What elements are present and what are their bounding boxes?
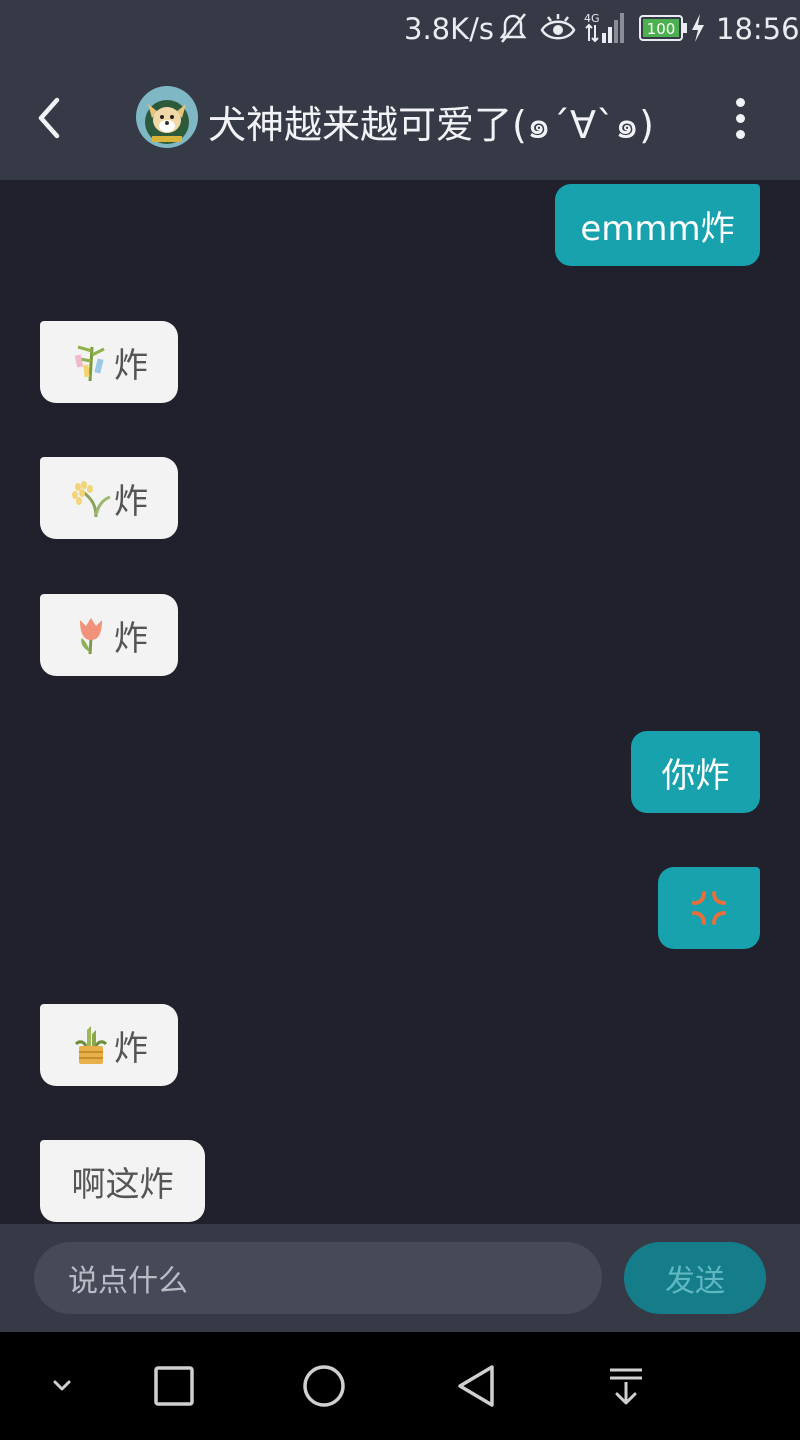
status-bar: 3.8K/s 4G 100 18:56 bbox=[0, 0, 800, 58]
avatar[interactable] bbox=[136, 86, 198, 148]
system-nav-bar bbox=[0, 1332, 800, 1440]
message-text: 炸 bbox=[114, 345, 148, 386]
send-button-label: 发送 bbox=[665, 1264, 725, 1299]
notification-pull-icon bbox=[610, 1368, 642, 1405]
kadomatsu-icon bbox=[74, 1026, 108, 1064]
tulip-icon bbox=[80, 618, 102, 655]
message-list[interactable]: emmm炸 炸 炸 炸 你炸 炸 啊这炸 bbox=[0, 180, 800, 1224]
message-bubble[interactable]: 炸 bbox=[40, 594, 178, 676]
more-vertical-icon bbox=[735, 97, 745, 107]
chevron-down-icon bbox=[53, 1380, 71, 1391]
back-triangle-icon bbox=[458, 1365, 494, 1407]
compose-bar: 说点什么 发送 bbox=[0, 1224, 800, 1332]
clock: 18:56 bbox=[716, 12, 800, 46]
recents-button[interactable] bbox=[146, 1358, 202, 1414]
anger-symbol-icon bbox=[692, 891, 726, 925]
message-text: emmm炸 bbox=[580, 208, 735, 249]
message-bubble[interactable]: 炸 bbox=[40, 457, 178, 539]
message-bubble[interactable]: 啊这炸 bbox=[40, 1140, 205, 1222]
message-input[interactable]: 说点什么 bbox=[34, 1242, 602, 1314]
send-button[interactable]: 发送 bbox=[624, 1242, 766, 1314]
message-text: 你炸 bbox=[661, 755, 730, 796]
message-text: 炸 bbox=[114, 1028, 148, 1069]
svg-text:4G: 4G bbox=[584, 12, 600, 25]
net-speed: 3.8K/s bbox=[404, 12, 495, 46]
svg-text:100: 100 bbox=[647, 20, 676, 38]
message-bubble[interactable]: 炸 bbox=[40, 321, 178, 403]
message-text: 炸 bbox=[114, 481, 148, 522]
back-nav-button[interactable] bbox=[448, 1358, 504, 1414]
message-input-placeholder: 说点什么 bbox=[68, 1264, 188, 1299]
signal-4g-icon: 4G bbox=[584, 12, 624, 43]
message-bubble[interactable]: 你炸 bbox=[631, 731, 760, 813]
message-bubble[interactable]: 炸 bbox=[40, 1004, 178, 1086]
dog-avatar-icon bbox=[136, 86, 198, 148]
home-circle-icon bbox=[303, 1365, 345, 1407]
tanabata-tree-icon bbox=[74, 345, 105, 382]
rice-ear-icon bbox=[72, 481, 111, 518]
message-text: 啊这炸 bbox=[71, 1164, 174, 1205]
message-bubble[interactable]: emmm炸 bbox=[555, 184, 760, 266]
home-button[interactable] bbox=[296, 1358, 352, 1414]
chat-header: 犬神越来越可爱了(๑´∀`๑) bbox=[0, 58, 800, 180]
charging-icon bbox=[692, 14, 704, 42]
mute-icon bbox=[499, 13, 527, 43]
eye-icon bbox=[540, 14, 576, 40]
hide-nav-button[interactable] bbox=[34, 1358, 90, 1414]
message-text: 炸 bbox=[114, 618, 148, 659]
back-button[interactable] bbox=[22, 88, 78, 148]
more-options-button[interactable] bbox=[716, 90, 764, 146]
chat-title: 犬神越来越可爱了(๑´∀`๑) bbox=[208, 103, 654, 147]
chevron-left-icon bbox=[38, 97, 60, 139]
notification-pull-button[interactable] bbox=[598, 1358, 654, 1414]
battery-icon: 100 bbox=[639, 15, 687, 41]
recents-square-icon bbox=[154, 1366, 194, 1406]
message-bubble[interactable] bbox=[658, 867, 760, 949]
